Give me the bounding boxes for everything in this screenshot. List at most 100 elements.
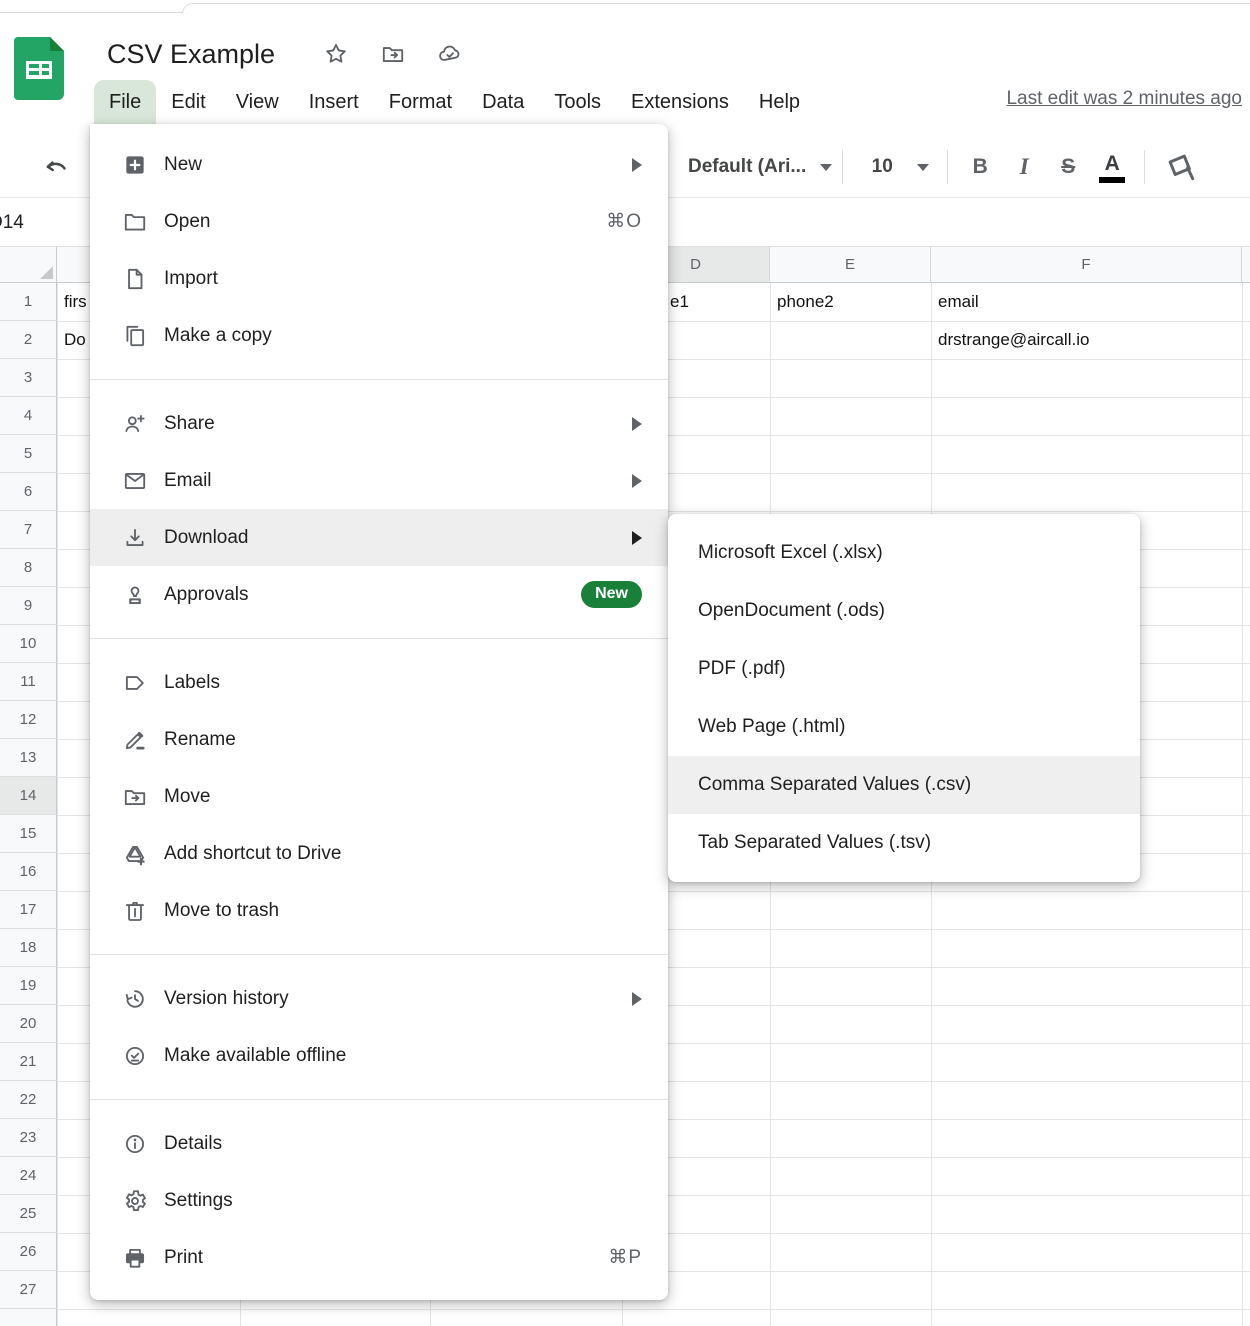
menu-item-label: Details <box>164 1133 222 1155</box>
row-header-18[interactable]: 18 <box>0 929 57 967</box>
menubar-file[interactable]: File <box>94 80 156 124</box>
row-header-19[interactable]: 19 <box>0 967 57 1005</box>
submenu-item-tab-separated-values-tsv[interactable]: Tab Separated Values (.tsv) <box>668 814 1140 872</box>
row-header-26[interactable]: 26 <box>0 1233 57 1271</box>
menu-item-email[interactable]: Email <box>90 452 668 509</box>
menubar-extensions[interactable]: Extensions <box>616 80 744 124</box>
row-header-6[interactable]: 6 <box>0 473 57 511</box>
row-header-28[interactable] <box>0 1309 57 1326</box>
cell-F1[interactable]: email <box>938 283 979 321</box>
google-sheets-app: CSV Example FileEditViewInsertFormatData… <box>0 0 1250 1326</box>
row-header-27[interactable]: 27 <box>0 1271 57 1309</box>
menu-item-add-shortcut-to-drive[interactable]: Add shortcut to Drive <box>90 825 668 882</box>
cloud-check-icon[interactable] <box>437 41 463 67</box>
menu-item-version-history[interactable]: Version history <box>90 970 668 1027</box>
submenu-item-microsoft-excel-xlsx[interactable]: Microsoft Excel (.xlsx) <box>668 524 1140 582</box>
menu-item-share[interactable]: Share <box>90 395 668 452</box>
row-header-12[interactable]: 12 <box>0 701 57 739</box>
menu-item-move[interactable]: Move <box>90 768 668 825</box>
submenu-item-web-page-html[interactable]: Web Page (.html) <box>668 698 1140 756</box>
column-header-G[interactable]: G <box>1242 247 1250 283</box>
menubar-insert[interactable]: Insert <box>294 80 374 124</box>
column-header-F[interactable]: F <box>931 247 1242 283</box>
row-header-1[interactable]: 1 <box>0 283 57 321</box>
italic-button[interactable]: I <box>1002 147 1046 187</box>
row-header-13[interactable]: 13 <box>0 739 57 777</box>
menu-item-rename[interactable]: Rename <box>90 711 668 768</box>
bold-button[interactable]: B <box>958 147 1002 187</box>
menubar-edit[interactable]: Edit <box>156 80 220 124</box>
row-header-24[interactable]: 24 <box>0 1157 57 1195</box>
menubar-data[interactable]: Data <box>467 80 539 124</box>
last-edit-link[interactable]: Last edit was 2 minutes ago <box>1006 88 1242 110</box>
menu-item-move-to-trash[interactable]: Move to trash <box>90 882 668 939</box>
rename-pencil-icon <box>122 727 148 753</box>
menubar-tools[interactable]: Tools <box>539 80 616 124</box>
menu-item-labels[interactable]: Labels <box>90 654 668 711</box>
cell-A2[interactable]: Do <box>64 321 86 359</box>
font-family-dropdown[interactable]: Default (Ari... <box>688 156 832 178</box>
row-header-23[interactable]: 23 <box>0 1119 57 1157</box>
menu-item-settings[interactable]: Settings <box>90 1172 668 1229</box>
row-header-14[interactable]: 14 <box>0 777 57 815</box>
menu-item-print[interactable]: Print⌘P <box>90 1229 668 1286</box>
row-header-2[interactable]: 2 <box>0 321 57 359</box>
row-header-15[interactable]: 15 <box>0 815 57 853</box>
select-all-corner[interactable] <box>0 247 57 283</box>
text-color-button[interactable]: A <box>1090 147 1134 187</box>
menu-item-download[interactable]: Download <box>90 509 668 566</box>
row-header-20[interactable]: 20 <box>0 1005 57 1043</box>
new-badge: New <box>581 581 642 608</box>
menubar-help[interactable]: Help <box>744 80 815 124</box>
cell-D1[interactable]: e1 <box>670 283 689 321</box>
row-header-8[interactable]: 8 <box>0 549 57 587</box>
row-header-9[interactable]: 9 <box>0 587 57 625</box>
submenu-item-label: OpenDocument (.ods) <box>698 600 885 622</box>
row-header-22[interactable]: 22 <box>0 1081 57 1119</box>
menu-item-new[interactable]: New <box>90 136 668 193</box>
file-menu: NewOpen⌘OImportMake a copyShareEmailDown… <box>90 124 668 1300</box>
row-header-5[interactable]: 5 <box>0 435 57 473</box>
menu-item-label: Make available offline <box>164 1045 346 1067</box>
sheets-logo-icon[interactable] <box>14 37 64 100</box>
paint-format-icon[interactable] <box>1161 150 1201 184</box>
submenu-item-label: PDF (.pdf) <box>698 658 786 680</box>
column-header-E[interactable]: E <box>770 247 931 283</box>
menu-item-approvals[interactable]: ApprovalsNew <box>90 566 668 623</box>
row-header-17[interactable]: 17 <box>0 891 57 929</box>
menubar-view[interactable]: View <box>221 80 294 124</box>
submenu-item-pdf-pdf[interactable]: PDF (.pdf) <box>668 640 1140 698</box>
row-header-3[interactable]: 3 <box>0 359 57 397</box>
row-header-25[interactable]: 25 <box>0 1195 57 1233</box>
move-icon[interactable] <box>380 41 406 67</box>
move-folder-icon <box>122 784 148 810</box>
row-header-21[interactable]: 21 <box>0 1043 57 1081</box>
row-header-16[interactable]: 16 <box>0 853 57 891</box>
menu-item-import[interactable]: Import <box>90 250 668 307</box>
row-header-11[interactable]: 11 <box>0 663 57 701</box>
cell-F2[interactable]: drstrange@aircall.io <box>938 321 1089 359</box>
strikethrough-button[interactable]: S <box>1046 147 1090 187</box>
star-icon[interactable] <box>323 41 349 67</box>
chevron-down-icon <box>917 164 929 171</box>
text-color-swatch <box>1099 177 1125 183</box>
cell-A1[interactable]: firs <box>64 283 87 321</box>
menu-item-label: Make a copy <box>164 325 272 347</box>
name-box[interactable]: D14 <box>0 198 88 248</box>
row-header-4[interactable]: 4 <box>0 397 57 435</box>
import-file-icon <box>122 266 148 292</box>
menu-divider <box>90 1099 668 1100</box>
row-header-7[interactable]: 7 <box>0 511 57 549</box>
menu-item-open[interactable]: Open⌘O <box>90 193 668 250</box>
menu-item-make-available-offline[interactable]: Make available offline <box>90 1027 668 1084</box>
submenu-item-opendocument-ods[interactable]: OpenDocument (.ods) <box>668 582 1140 640</box>
menubar-format[interactable]: Format <box>374 80 467 124</box>
row-header-10[interactable]: 10 <box>0 625 57 663</box>
cell-E1[interactable]: phone2 <box>777 283 834 321</box>
menu-item-make-a-copy[interactable]: Make a copy <box>90 307 668 364</box>
document-title[interactable]: CSV Example <box>107 39 275 70</box>
submenu-item-comma-separated-values-csv[interactable]: Comma Separated Values (.csv) <box>668 756 1140 814</box>
font-size-dropdown[interactable]: 10 <box>853 156 937 178</box>
menu-item-details[interactable]: Details <box>90 1115 668 1172</box>
undo-button[interactable] <box>38 149 76 187</box>
